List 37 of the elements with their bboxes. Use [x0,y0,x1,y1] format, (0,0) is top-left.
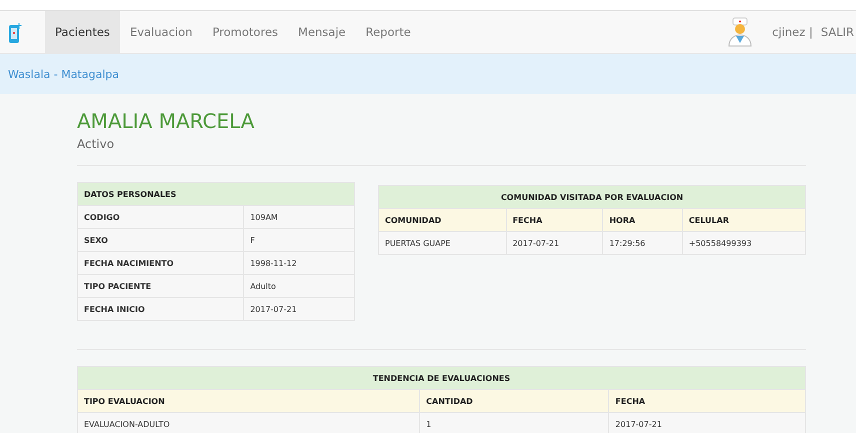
column-header: HORA [602,208,682,232]
phone-icon [8,20,22,44]
table-cell: 17:29:56 [602,232,682,254]
field-value: 109AM [244,206,354,228]
nav-tab[interactable]: Mensaje [288,11,356,53]
column-header: CELULAR [682,208,806,232]
field-label: SEXO [78,228,244,252]
table-cell: 2017-07-21 [506,232,603,254]
nav-tab[interactable]: Reporte [356,11,421,53]
column-header: FECHA [506,208,603,232]
username: cjinez | [772,25,813,39]
table-title: COMUNIDAD VISITADA POR EVALUACION [378,186,806,208]
nav-tab[interactable]: Pacientes [45,11,120,53]
doctor-avatar-icon [726,17,754,47]
column-header: FECHA [608,390,806,412]
field-label: CODIGO [78,206,244,228]
field-value: 2017-07-21 [244,298,354,320]
logout-link[interactable]: SALIR [820,25,854,39]
column-header: COMUNIDAD [378,208,506,232]
field-label: FECHA NACIMIENTO [78,252,244,274]
nav-tab[interactable]: Promotores [202,11,288,53]
table-cell: PUERTAS GUAPE [378,232,506,254]
table-title: TENDENCIA DE EVALUACIONES [78,366,806,390]
table-title: DATOS PERSONALES [78,182,354,206]
location-text: Waslala - Matagalpa [8,68,119,80]
table-cell: +50558499393 [682,232,806,254]
patient-status: Activo [77,137,116,151]
field-value: 1998-11-12 [244,252,354,274]
field-label: TIPO PACIENTE [78,274,244,298]
patient-name: AMALIA MARCELA [77,109,256,133]
table-cell: EVALUACION-ADULTO [78,412,420,433]
field-value: F [244,228,354,252]
column-header: TIPO EVALUACION [78,390,420,412]
field-label: FECHA INICIO [78,298,244,320]
field-value: Adulto [244,274,354,298]
nav-tab[interactable]: Evaluacion [120,11,202,53]
column-header: CANTIDAD [420,390,609,412]
